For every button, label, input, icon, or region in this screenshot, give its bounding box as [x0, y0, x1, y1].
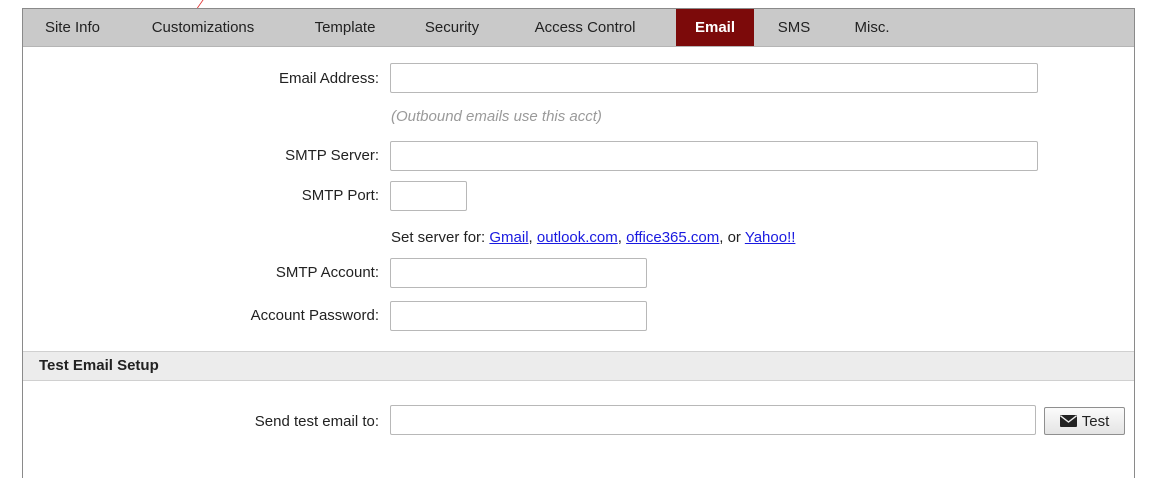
envelope-icon: [1059, 415, 1077, 427]
test-email-section-header: Test Email Setup: [23, 351, 1134, 381]
gmail-link[interactable]: Gmail: [489, 229, 528, 246]
outlook-link[interactable]: outlook.com: [537, 229, 618, 246]
send-test-email-field[interactable]: [390, 405, 1036, 435]
tab-misc[interactable]: Misc.: [843, 9, 901, 46]
section-title: Test Email Setup: [39, 357, 159, 374]
smtp-server-label: SMTP Server:: [285, 147, 379, 164]
separator: , or: [719, 229, 741, 246]
test-button-label: Test: [1081, 412, 1110, 430]
tab-template[interactable]: Template: [300, 9, 390, 46]
provider-links: Set server for: Gmail, outlook.com, offi…: [391, 229, 795, 246]
settings-tab-bar: Site Info Customizations Template Securi…: [23, 9, 1134, 47]
account-password-field[interactable]: [390, 301, 647, 331]
tab-customizations[interactable]: Customizations: [130, 9, 276, 46]
tab-email[interactable]: Email: [676, 9, 754, 46]
tab-site-info[interactable]: Site Info: [23, 9, 122, 46]
separator: ,: [617, 229, 622, 246]
tab-access-control[interactable]: Access Control: [511, 9, 659, 46]
email-address-field[interactable]: [390, 63, 1038, 93]
email-hint: (Outbound emails use this acct): [391, 108, 602, 125]
separator: ,: [528, 229, 533, 246]
yahoo-link[interactable]: Yahoo!!: [745, 229, 796, 246]
send-test-email-label: Send test email to:: [254, 413, 379, 430]
set-server-prefix: Set server for:: [391, 229, 486, 246]
account-password-label: Account Password:: [250, 307, 379, 324]
smtp-account-field[interactable]: [390, 258, 647, 288]
tab-sms[interactable]: SMS: [765, 9, 823, 46]
smtp-server-field[interactable]: [390, 141, 1038, 171]
tab-security[interactable]: Security: [409, 9, 495, 46]
smtp-port-label: SMTP Port:: [301, 187, 379, 204]
smtp-port-field[interactable]: [390, 181, 467, 211]
smtp-account-label: SMTP Account:: [275, 264, 379, 281]
office365-link[interactable]: office365.com: [626, 229, 719, 246]
email-address-label: Email Address:: [278, 70, 379, 87]
test-button[interactable]: Test: [1044, 407, 1125, 435]
